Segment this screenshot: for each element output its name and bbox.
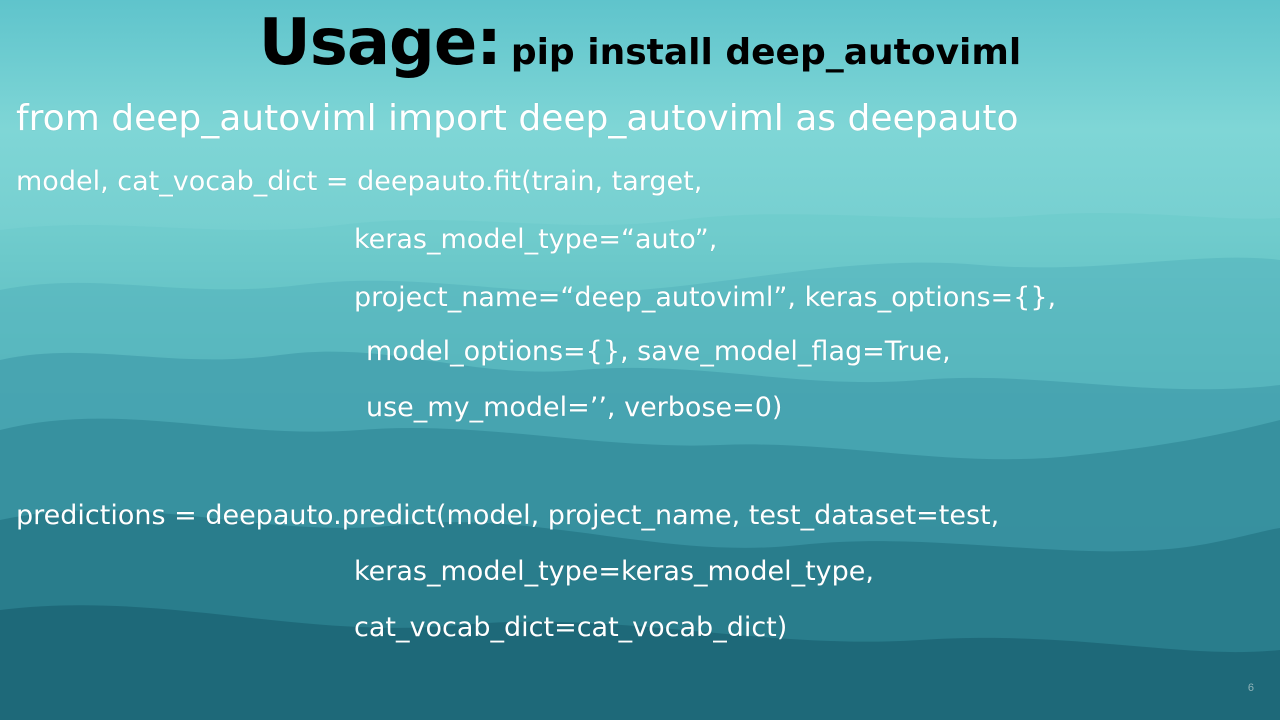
- fit-line-2: keras_model_type=“auto”,: [354, 224, 718, 255]
- title-install-command: pip install deep_autoviml: [510, 32, 1022, 73]
- slide-title: Usage: pip install deep_autoviml: [0, 6, 1280, 80]
- fit-line-5: use_my_model=’’, verbose=0): [366, 392, 783, 423]
- fit-line-1: model, cat_vocab_dict = deepauto.fit(tra…: [16, 166, 703, 197]
- predict-line-3: cat_vocab_dict=cat_vocab_dict): [354, 612, 788, 643]
- import-statement: from deep_autoviml import deep_autoviml …: [16, 98, 1019, 139]
- predict-line-2: keras_model_type=keras_model_type,: [354, 556, 874, 587]
- page-number: 6: [1247, 682, 1254, 694]
- fit-line-3: project_name=“deep_autoviml”, keras_opti…: [354, 282, 1057, 313]
- fit-line-4: model_options={}, save_model_flag=True,: [366, 336, 951, 367]
- slide: Usage: pip install deep_autoviml from dee…: [0, 0, 1280, 720]
- title-usage: Usage:: [258, 6, 502, 80]
- predict-line-1: predictions = deepauto.predict(model, pr…: [16, 500, 1000, 531]
